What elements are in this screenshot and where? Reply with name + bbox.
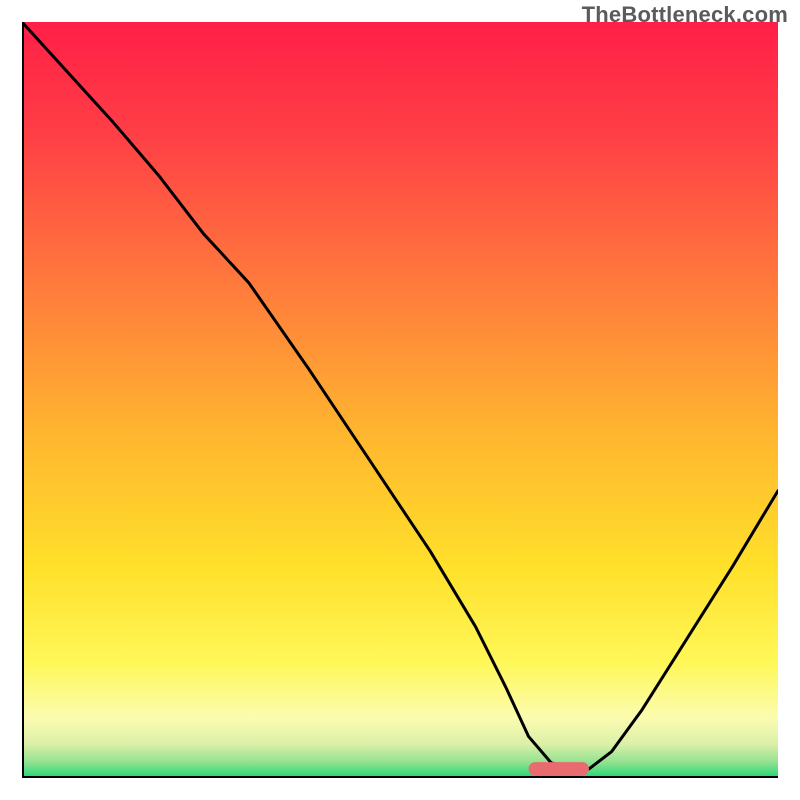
bottleneck-chart: TheBottleneck.com: [0, 0, 800, 800]
optimum-marker: [529, 762, 589, 776]
background-gradient: [22, 22, 778, 778]
plot-area: [22, 22, 778, 778]
chart-svg: [22, 22, 778, 778]
